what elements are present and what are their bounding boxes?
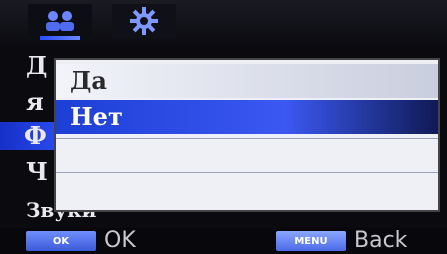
tab-settings[interactable] — [112, 4, 176, 38]
ok-button[interactable]: OK — [26, 231, 96, 251]
empty-row — [56, 172, 438, 208]
tab-bar — [0, 0, 447, 44]
people-icon — [46, 11, 74, 31]
active-tab-indicator — [40, 36, 80, 40]
menu-button[interactable]: MENU — [276, 231, 346, 251]
empty-row — [56, 138, 438, 170]
option-no[interactable]: Нет — [56, 100, 438, 134]
menu-item[interactable]: Д — [26, 52, 47, 80]
menu-item[interactable]: я — [26, 88, 44, 116]
tab-people[interactable] — [28, 4, 92, 38]
hint-bar: OK OK MENU Back — [0, 228, 447, 254]
back-label: Back — [354, 228, 408, 253]
gear-icon — [130, 7, 158, 35]
option-yes[interactable]: Да — [56, 64, 438, 98]
ok-label: OK — [104, 228, 136, 253]
menu-item[interactable]: Ч — [26, 158, 48, 186]
camera-screen: Д я Ф Ч Звуки Да Нет OK OK MENU Back — [0, 0, 447, 254]
confirm-dialog: Да Нет — [54, 58, 440, 212]
